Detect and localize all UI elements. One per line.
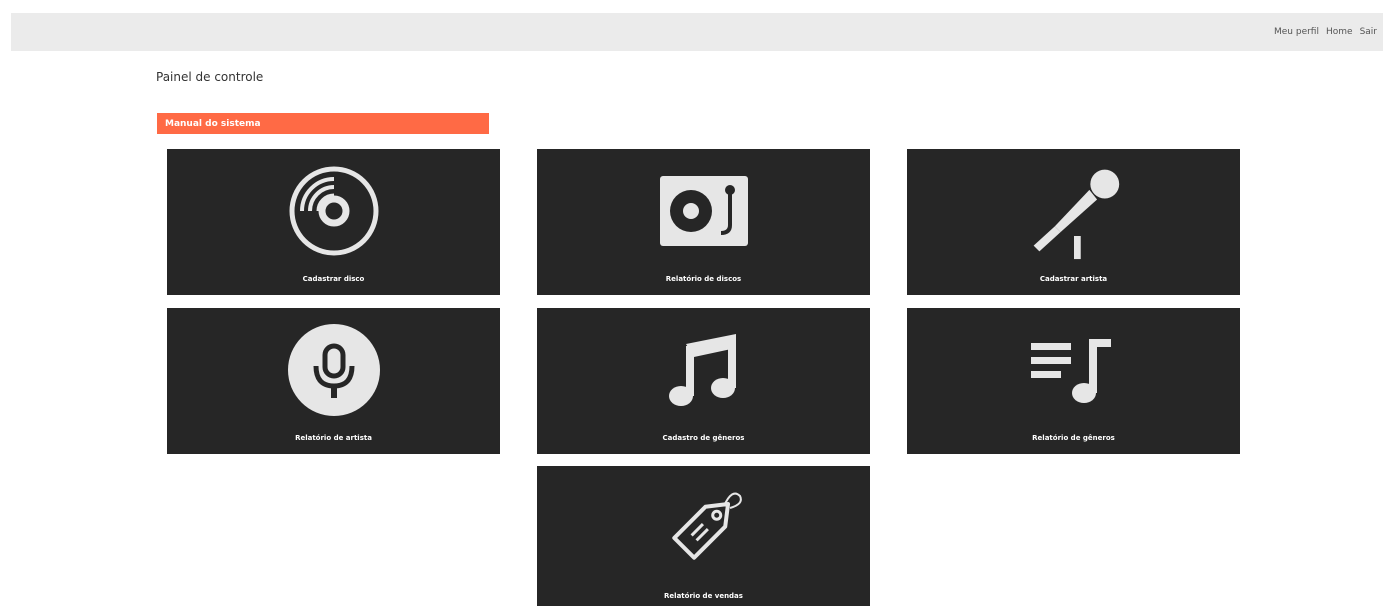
playlist-icon xyxy=(1024,320,1124,420)
tile-label: Relatório de discos xyxy=(665,275,742,283)
price-tag-icon xyxy=(654,478,754,578)
page-title: Painel de controle xyxy=(156,70,264,84)
tile-label: Relatório de gêneros xyxy=(1032,434,1115,442)
tile-label: Relatório de artista xyxy=(295,434,372,442)
top-navbar: Meu perfil Home Sair xyxy=(11,13,1383,51)
turntable-icon xyxy=(654,161,754,261)
tile-label: Cadastrar artista xyxy=(1039,275,1108,283)
tile-cadastrar-artista[interactable]: Cadastrar artista xyxy=(907,149,1240,295)
tile-label: Relatório de vendas xyxy=(664,592,743,600)
music-note-icon xyxy=(654,320,754,420)
tile-relatorio-de-generos[interactable]: Relatório de gêneros xyxy=(907,308,1240,454)
vinyl-disc-icon xyxy=(284,161,384,261)
podcast-mic-icon xyxy=(284,320,384,420)
tile-relatorio-de-vendas[interactable]: Relatório de vendas xyxy=(537,466,870,606)
nav-link-home[interactable]: Home xyxy=(1326,27,1353,37)
manual-do-sistema-button[interactable]: Manual do sistema xyxy=(157,113,489,134)
microphone-icon xyxy=(1024,161,1124,261)
tile-label: Cadastrar disco xyxy=(302,275,365,283)
nav-link-sair[interactable]: Sair xyxy=(1360,27,1377,37)
tile-relatorio-de-artista[interactable]: Relatório de artista xyxy=(167,308,500,454)
top-nav-links: Meu perfil Home Sair xyxy=(1274,13,1377,51)
nav-link-meu-perfil[interactable]: Meu perfil xyxy=(1274,27,1319,37)
tile-relatorio-de-discos[interactable]: Relatório de discos xyxy=(537,149,870,295)
tile-label: Cadastro de gêneros xyxy=(662,434,745,442)
tile-cadastro-de-generos[interactable]: Cadastro de gêneros xyxy=(537,308,870,454)
tile-cadastrar-disco[interactable]: Cadastrar disco xyxy=(167,149,500,295)
